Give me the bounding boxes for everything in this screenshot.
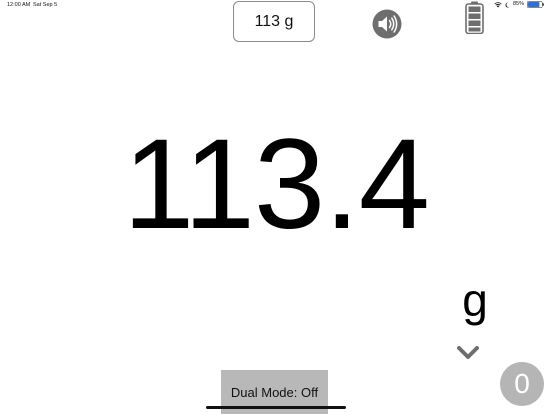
scale-app-screen: 12:00 AM Sat Sep 5 85% 113 g 113.4 g Dua… — [0, 0, 552, 414]
battery-full-icon — [465, 1, 484, 34]
wifi-icon — [494, 1, 502, 7]
moon-icon — [505, 2, 510, 7]
status-time: 12:00 AM — [7, 2, 31, 8]
unit-label[interactable]: g — [455, 272, 495, 328]
chevron-down-icon[interactable] — [456, 344, 480, 362]
weight-reading: 113.4 — [123, 113, 430, 256]
battery-percent: 85% — [512, 1, 524, 7]
speaker-icon[interactable] — [372, 9, 402, 39]
status-indicators: 85% — [494, 1, 544, 8]
home-indicator[interactable] — [206, 406, 346, 409]
status-date: Sat Sep 5 — [33, 2, 58, 8]
weight-display-box[interactable]: 113 g — [233, 1, 315, 42]
zero-tare-button[interactable]: 0 — [500, 362, 544, 406]
battery-status-icon — [527, 1, 544, 8]
